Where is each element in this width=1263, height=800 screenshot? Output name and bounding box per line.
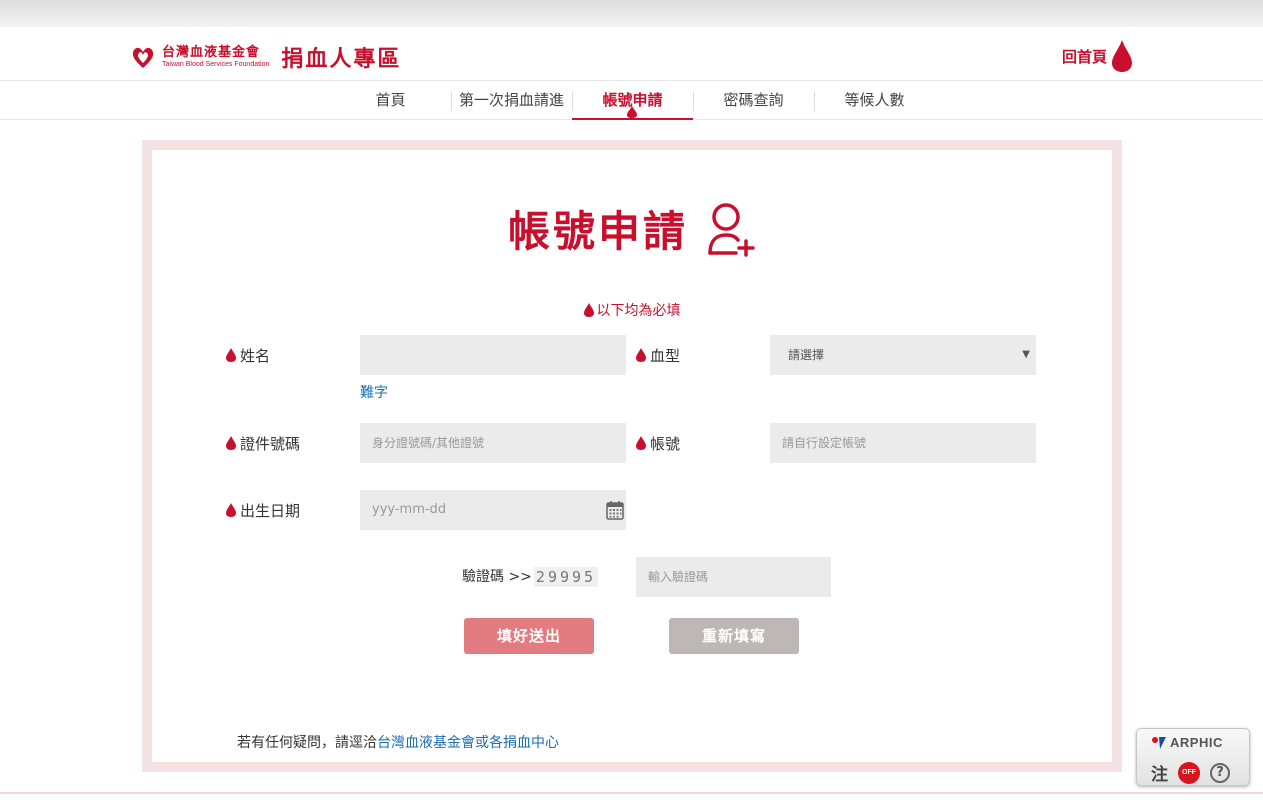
browser-top-bar (0, 0, 1263, 27)
arphic-logo-icon (1152, 736, 1166, 749)
home-label: 回首頁 (1061, 47, 1107, 66)
blood-type-label-text: 血型 (650, 346, 681, 365)
blood-drop-icon (636, 348, 646, 362)
name-input[interactable] (360, 335, 626, 375)
nav-label: 首頁 (375, 91, 406, 109)
off-toggle[interactable]: OFF (1178, 761, 1200, 784)
birth-date-label: 出生日期 (226, 490, 300, 530)
main-nav: 首頁 第一次捐血請進 帳號申請 密碼查詢 等候人數 (0, 80, 1263, 120)
phonetic-toggle-label[interactable]: 注 (1151, 760, 1168, 785)
blood-type-value: 請選擇 (788, 348, 825, 362)
name-label: 姓名 (226, 335, 270, 375)
site-logo[interactable]: 台灣血液基金會 Taiwan Blood Services Foundation… (130, 39, 460, 75)
nav-item-password-lookup[interactable]: 密碼查詢 (693, 81, 814, 120)
required-note-text: 以下均為必填 (596, 303, 681, 319)
contact-link[interactable]: 台灣血液基金會或各捐血中心 (377, 735, 559, 751)
submit-button[interactable]: 填好送出 (464, 618, 594, 654)
account-label: 帳號 (636, 423, 680, 463)
contact-note-text: 若有任何疑問，請逕洽 (237, 735, 377, 751)
org-name-english: Taiwan Blood Services Foundation (162, 61, 270, 68)
blood-drop-icon (226, 503, 236, 517)
id-number-label-text: 證件號碼 (240, 434, 301, 453)
form-panel: 帳號申請 以下均為必填 姓名 難字 血型 請選擇 ▼ 證件號碼 身分證號碼/其他… (152, 150, 1112, 762)
birth-date-input[interactable]: yyy-mm-dd (360, 490, 626, 530)
calendar-icon[interactable] (606, 500, 624, 520)
blood-drop-icon (226, 348, 236, 362)
captcha-label: 驗證碼 >> 29995 (462, 567, 599, 587)
blood-drop-icon (636, 436, 646, 450)
name-label-text: 姓名 (240, 346, 271, 365)
nav-label: 密碼查詢 (723, 91, 784, 109)
captcha-code: 29995 (533, 567, 599, 587)
birth-date-placeholder: yyy-mm-dd (372, 502, 447, 517)
nav-item-waiting-count[interactable]: 等候人數 (814, 81, 935, 120)
arphic-header: ARPHIC (1151, 735, 1223, 750)
nav-item-account-apply[interactable]: 帳號申請 (572, 81, 693, 120)
active-indicator-drop-icon (627, 106, 637, 118)
nav-item-first-donation[interactable]: 第一次捐血請進 (451, 81, 572, 120)
rare-char-link[interactable]: 難字 (360, 382, 388, 402)
account-placeholder: 請自行設定帳號 (782, 436, 867, 450)
foundation-logo-icon (132, 47, 154, 68)
form-frame: 帳號申請 以下均為必填 姓名 難字 血型 請選擇 ▼ 證件號碼 身分證號碼/其他… (142, 140, 1122, 772)
reset-button[interactable]: 重新填寫 (669, 618, 799, 654)
dropdown-arrow-icon: ▼ (1022, 349, 1030, 360)
captcha-label-text: 驗證碼 >> (462, 569, 532, 585)
blood-drop-icon (583, 303, 594, 317)
id-number-input[interactable]: 身分證號碼/其他證號 (360, 423, 626, 463)
captcha-input[interactable]: 輸入驗證碼 (636, 557, 831, 597)
nav-item-home[interactable]: 首頁 (330, 81, 451, 120)
org-name: 台灣血液基金會 (162, 45, 261, 60)
account-label-text: 帳號 (650, 434, 681, 453)
nav-label: 第一次捐血請進 (458, 91, 564, 109)
blood-type-select[interactable]: 請選擇 ▼ (770, 335, 1036, 375)
birth-date-label-text: 出生日期 (240, 501, 301, 520)
blood-drop-icon (226, 436, 236, 450)
arphic-widget: ARPHIC 注 OFF ? (1136, 728, 1250, 786)
help-icon[interactable]: ? (1210, 762, 1230, 783)
account-input[interactable]: 請自行設定帳號 (770, 423, 1036, 463)
logo-text: 台灣血液基金會 Taiwan Blood Services Foundation (162, 45, 269, 69)
blood-drop-icon (1112, 40, 1132, 72)
blood-type-label: 血型 (636, 335, 680, 375)
captcha-placeholder: 輸入驗證碼 (648, 570, 709, 584)
page-title: 帳號申請 (507, 207, 688, 256)
bottom-divider (0, 792, 1263, 794)
site-header: 台灣血液基金會 Taiwan Blood Services Foundation… (0, 27, 1263, 80)
arphic-brand: ARPHIC (1170, 735, 1223, 750)
id-number-placeholder: 身分證號碼/其他證號 (372, 436, 485, 450)
contact-note: 若有任何疑問，請逕洽台灣血液基金會或各捐血中心 (237, 732, 559, 752)
id-number-label: 證件號碼 (226, 423, 300, 463)
add-user-icon (708, 202, 755, 257)
arphic-controls: 注 OFF ? (1151, 760, 1230, 785)
zone-title: 捐血人專區 (281, 46, 402, 72)
home-link[interactable]: 回首頁 (1062, 39, 1133, 73)
required-note: 以下均為必填 (152, 300, 1112, 320)
nav-label: 等候人數 (844, 91, 905, 109)
page-title-area: 帳號申請 (152, 198, 1112, 259)
